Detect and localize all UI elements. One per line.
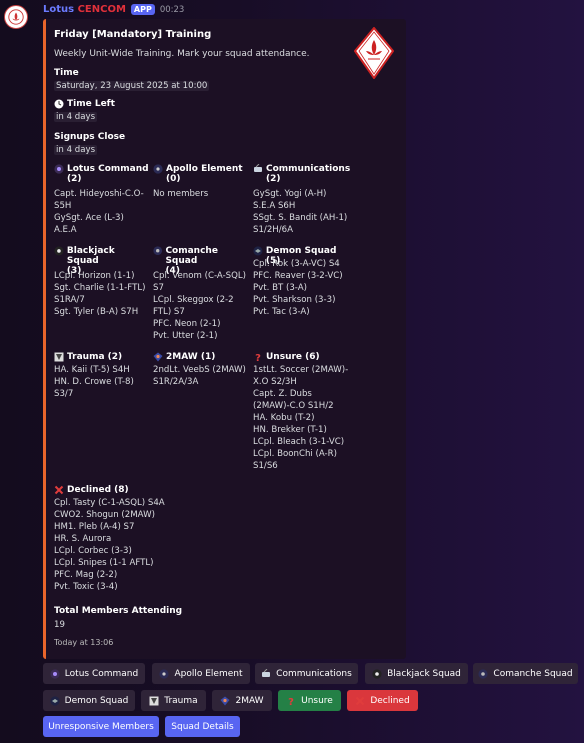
group-blackjack-squad-members: LCpl. Horizon (1-1) Sgt. Charlie (1-1-FT… (54, 271, 146, 317)
button-label: Unresponsive Members (48, 721, 154, 732)
group-2maw-1-members: 2ndLt. VeebS (2MAW) S1R/2A/3A (153, 365, 246, 387)
button-label: 2MAW (235, 695, 264, 706)
unsure-button[interactable]: ? Unsure (278, 690, 341, 711)
demon-icon (50, 695, 60, 706)
2maw-icon (220, 696, 230, 706)
svg-text:?: ? (288, 697, 294, 706)
communications-button[interactable]: Communications (255, 663, 358, 684)
embed-title: Friday [Mandatory] Training (54, 29, 212, 40)
question-icon: ? (253, 352, 263, 364)
lotus-icon (50, 668, 60, 679)
group-declined-8-members: Cpl. Tasty (C-1-ASQL) S4A CWO2. Shogun (… (54, 498, 165, 592)
app-badge: APP (130, 4, 155, 15)
button-label: Declined (370, 695, 410, 706)
blackjack-icon (372, 668, 382, 679)
signups-field-label: Signups Close (54, 132, 126, 142)
squad-details-button[interactable]: Squad Details (165, 716, 240, 737)
time-left-field-label: Time Left (54, 99, 115, 109)
button-label: Trauma (164, 695, 198, 706)
group-trauma-2-members: HA. Kaii (T-5) S4H HN. D. Crowe (T-8) S3… (54, 365, 134, 399)
svg-text:?: ? (255, 353, 261, 362)
cross-icon (54, 485, 64, 495)
2maw-icon (153, 352, 163, 362)
bot-avatar[interactable] (4, 5, 28, 29)
message-timestamp: 00:23 (159, 4, 185, 15)
group-communications-members: GySgt. Yogi (A-H) S.E.A S6H SSgt. S. Ban… (253, 189, 348, 235)
message-header: Lotus CENCOM APP 00:23 (43, 4, 184, 15)
time-field-value: Saturday, 23 August 2025 at 10:00 (54, 81, 210, 91)
button-label: Apollo Element (174, 668, 243, 679)
button-label: Comanche Squad (493, 668, 573, 679)
comanche-squad-button[interactable]: Comanche Squad (473, 663, 578, 684)
button-label: Lotus Command (64, 668, 139, 679)
blackjack-icon (54, 246, 64, 256)
embed-description: Weekly Unit-Wide Training. Mark your squ… (54, 49, 310, 59)
2maw-button[interactable]: 2MAW (212, 690, 272, 711)
group-trauma-2-label: Trauma (2) (54, 352, 149, 362)
button-label: Communications (276, 668, 352, 679)
group-communications-label: Communications (2) (253, 163, 353, 184)
group-2maw-1-label: 2MAW (1) (153, 352, 248, 362)
bot-name[interactable]: Lotus CENCOM (43, 4, 126, 15)
total-field-value: 19 (54, 620, 65, 630)
group-comanche-squad-members: Cpl. Venom (C-A-SQL) S7 LCpl. Skeggox (2… (153, 271, 247, 341)
question-icon: ? (286, 696, 296, 708)
time-left-value: in 4 days (54, 112, 98, 122)
comanche-icon (478, 668, 489, 679)
button-label: Squad Details (171, 721, 234, 732)
group-apollo-element-label: Apollo Element (0) (153, 164, 248, 184)
signups-value: in 4 days (54, 145, 98, 155)
trauma-button[interactable]: Trauma (141, 690, 206, 711)
group-lotus-command-label: Lotus Command (2) (54, 164, 149, 184)
satellite-icon (261, 668, 271, 679)
apollo-element-button[interactable]: Apollo Element (152, 663, 250, 684)
trauma-icon (54, 352, 64, 362)
demon-squad-button[interactable]: Demon Squad (43, 690, 135, 711)
group-lotus-command-members: Capt. Hideyoshi-C.O- S5H GySgt. Ace (L-3… (54, 189, 144, 235)
demon-icon (253, 246, 263, 256)
time-field-label: Time (54, 68, 79, 78)
comanche-icon (153, 246, 163, 256)
declined-button[interactable]: Declined (347, 690, 418, 711)
lotus-icon (54, 164, 64, 174)
group-unsure-6-members: 1stLt. Soccer (2MAW)- X.O S2/3H Capt. Z.… (253, 365, 349, 471)
group-unsure-6-label: ? Unsure (6) (253, 352, 353, 364)
group-declined-8-label: Declined (8) (54, 485, 204, 495)
total-field-label: Total Members Attending (54, 606, 183, 616)
trauma-icon (149, 696, 159, 706)
blackjack-squad-button[interactable]: Blackjack Squad (365, 663, 468, 684)
satellite-icon (253, 163, 263, 174)
unit-logo-thumbnail (354, 27, 394, 79)
apollo-icon (153, 164, 163, 174)
lotus-command-button[interactable]: Lotus Command (43, 663, 145, 684)
button-label: Demon Squad (64, 695, 129, 706)
unresponsive-members-button[interactable]: Unresponsive Members (43, 716, 159, 737)
button-label: Blackjack Squad (387, 668, 461, 679)
clock-icon (54, 99, 64, 109)
cross-icon (355, 696, 365, 706)
event-embed: Friday [Mandatory] Training Weekly Unit-… (43, 19, 406, 659)
group-apollo-element-members: No members (153, 189, 209, 199)
apollo-icon (159, 668, 170, 679)
button-label: Unsure (301, 695, 333, 706)
embed-footer: Today at 13:06 (54, 638, 114, 647)
group-demon-squad-5-members: Cpl. Rok (3-A-VC) S4 PFC. Reaver (3-2-VC… (253, 259, 343, 317)
